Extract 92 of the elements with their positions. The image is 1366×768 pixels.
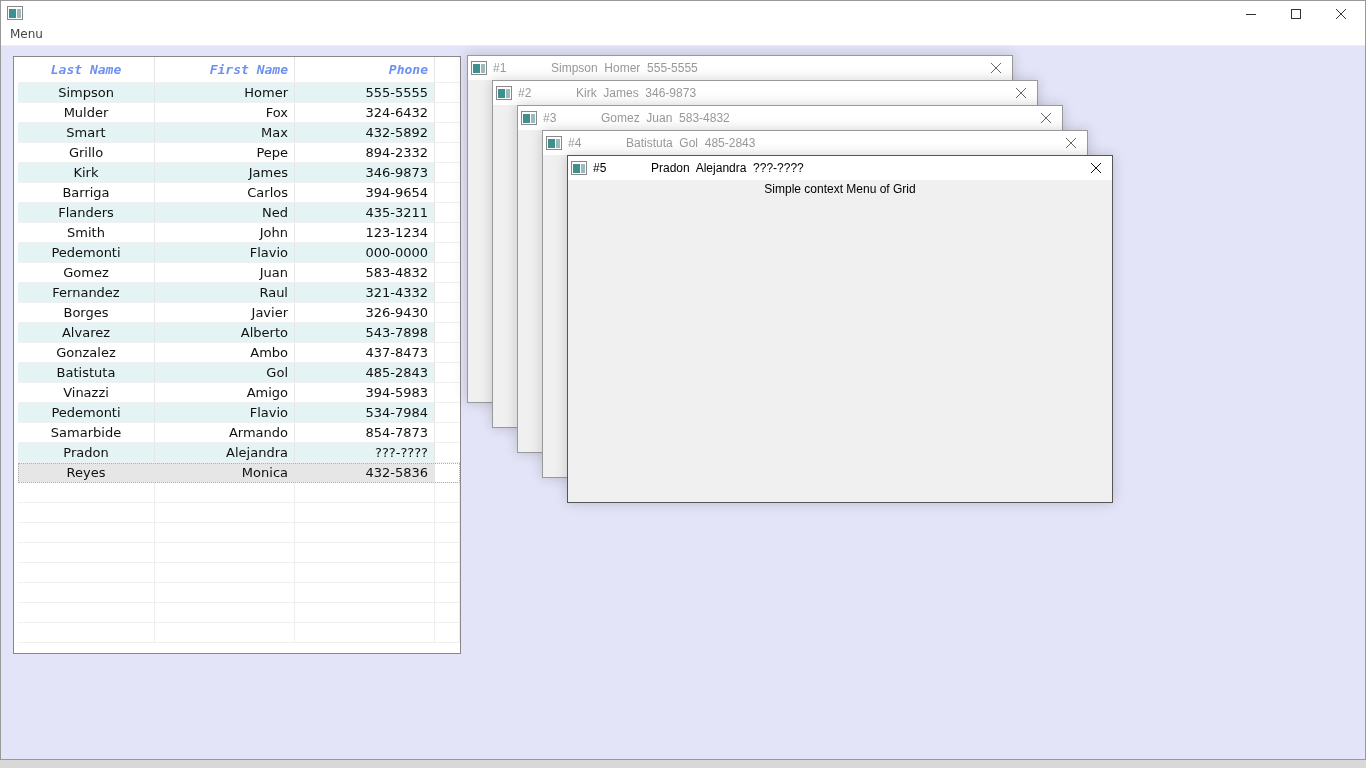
- grid-row[interactable]: Kirk James 346-9873: [18, 163, 460, 183]
- window-number: #1: [493, 61, 508, 75]
- grid-row[interactable]: Flanders Ned 435-3211: [18, 203, 460, 223]
- table-cell: 000-0000: [295, 243, 435, 262]
- menu-item[interactable]: Menu: [10, 27, 43, 41]
- table-cell: Homer: [155, 83, 295, 102]
- close-button[interactable]: [1090, 162, 1102, 174]
- table-cell: Pradon: [18, 443, 155, 462]
- grid-row[interactable]: Reyes Monica 432-5836: [18, 463, 460, 483]
- grid-row[interactable]: Fernandez Raul 321-4332: [18, 283, 460, 303]
- grid-row[interactable]: Simpson Homer 555-5555: [18, 83, 460, 103]
- table-cell: Gol: [155, 363, 295, 382]
- app-icon: [571, 161, 587, 175]
- table-cell: 326-9430: [295, 303, 435, 322]
- grid-row[interactable]: Pradon Alejandra ???-????: [18, 443, 460, 463]
- window-number: #3: [543, 111, 558, 125]
- table-cell: Smith: [18, 223, 155, 242]
- maximize-button[interactable]: [1290, 8, 1302, 20]
- grid-row[interactable]: Smart Max 432-5892: [18, 123, 460, 143]
- grid-row[interactable]: Batistuta Gol 485-2843: [18, 363, 460, 383]
- table-cell: Kirk: [18, 163, 155, 182]
- table-cell: Flanders: [18, 203, 155, 222]
- table-cell: Pepe: [155, 143, 295, 162]
- window-title: Batistuta Gol 485-2843: [626, 136, 757, 150]
- grid-row[interactable]: Alvarez Alberto 543-7898: [18, 323, 460, 343]
- table-cell: Pedemonti: [18, 243, 155, 262]
- app-icon: [546, 136, 562, 150]
- table-cell: Pedemonti: [18, 403, 155, 422]
- table-cell: Samarbide: [18, 423, 155, 442]
- window-number: #5: [593, 161, 608, 175]
- table-cell: Flavio: [155, 403, 295, 422]
- table-cell: Simpson: [18, 83, 155, 102]
- table-cell: Gomez: [18, 263, 155, 282]
- table-cell: 321-4332: [295, 283, 435, 302]
- table-cell: ???-????: [295, 443, 435, 462]
- table-cell: Raul: [155, 283, 295, 302]
- table-cell: Flavio: [155, 243, 295, 262]
- table-cell: Borges: [18, 303, 155, 322]
- table-cell: Grillo: [18, 143, 155, 162]
- table-cell: Fox: [155, 103, 295, 122]
- table-cell: Alberto: [155, 323, 295, 342]
- window-title: Kirk James 346-9873: [576, 86, 698, 100]
- table-cell: 394-9654: [295, 183, 435, 202]
- table-cell: 485-2843: [295, 363, 435, 382]
- table-cell: Reyes: [18, 463, 155, 482]
- table-cell: Max: [155, 123, 295, 142]
- table-cell: Alejandra: [155, 443, 295, 462]
- table-cell: Mulder: [18, 103, 155, 122]
- table-cell: Smart: [18, 123, 155, 142]
- window-number: #2: [518, 86, 533, 100]
- table-cell: James: [155, 163, 295, 182]
- table-cell: 346-9873: [295, 163, 435, 182]
- table-cell: 437-8473: [295, 343, 435, 362]
- table-cell: Fernandez: [18, 283, 155, 302]
- table-cell: John: [155, 223, 295, 242]
- app-icon: [471, 61, 487, 75]
- table-cell: 432-5892: [295, 123, 435, 142]
- window-title: Gomez Juan 583-4832: [601, 111, 731, 125]
- table-cell: Alvarez: [18, 323, 155, 342]
- table-cell: Ned: [155, 203, 295, 222]
- table-cell: Javier: [155, 303, 295, 322]
- table-cell: 123-1234: [295, 223, 435, 242]
- table-cell: Carlos: [155, 183, 295, 202]
- window-number: #4: [568, 136, 583, 150]
- table-cell: Monica: [155, 463, 295, 482]
- app-icon: [521, 111, 537, 125]
- table-cell: Gonzalez: [18, 343, 155, 362]
- table-cell: 583-4832: [295, 263, 435, 282]
- app-icon: [496, 86, 512, 100]
- table-cell: Armando: [155, 423, 295, 442]
- window-text: Simple context Menu of Grid: [763, 182, 917, 196]
- grid-row[interactable]: Pedemonti Flavio 000-0000: [18, 243, 460, 263]
- table-cell: Juan: [155, 263, 295, 282]
- table-cell: 854-7873: [295, 423, 435, 442]
- close-button[interactable]: [1335, 8, 1347, 20]
- table-cell: 432-5836: [295, 463, 435, 482]
- table-cell: Batistuta: [18, 363, 155, 382]
- app-icon: [7, 6, 23, 20]
- table-cell: 555-5555: [295, 83, 435, 102]
- table-cell: 534-7984: [295, 403, 435, 422]
- table-cell: Ambo: [155, 343, 295, 362]
- table-cell: 543-7898: [295, 323, 435, 342]
- table-cell: Vinazzi: [18, 383, 155, 402]
- table-cell: 394-5983: [295, 383, 435, 402]
- table-cell: Amigo: [155, 383, 295, 402]
- window-title: Pradon Alejandra ???-????: [651, 161, 805, 175]
- table-cell: Barriga: [18, 183, 155, 202]
- grid-row[interactable]: Pedemonti Flavio 534-7984: [18, 403, 460, 423]
- table-cell: 324-6432: [295, 103, 435, 122]
- window-title: Simpson Homer 555-5555: [551, 61, 699, 75]
- table-cell: 435-3211: [295, 203, 435, 222]
- table-cell: 894-2332: [295, 143, 435, 162]
